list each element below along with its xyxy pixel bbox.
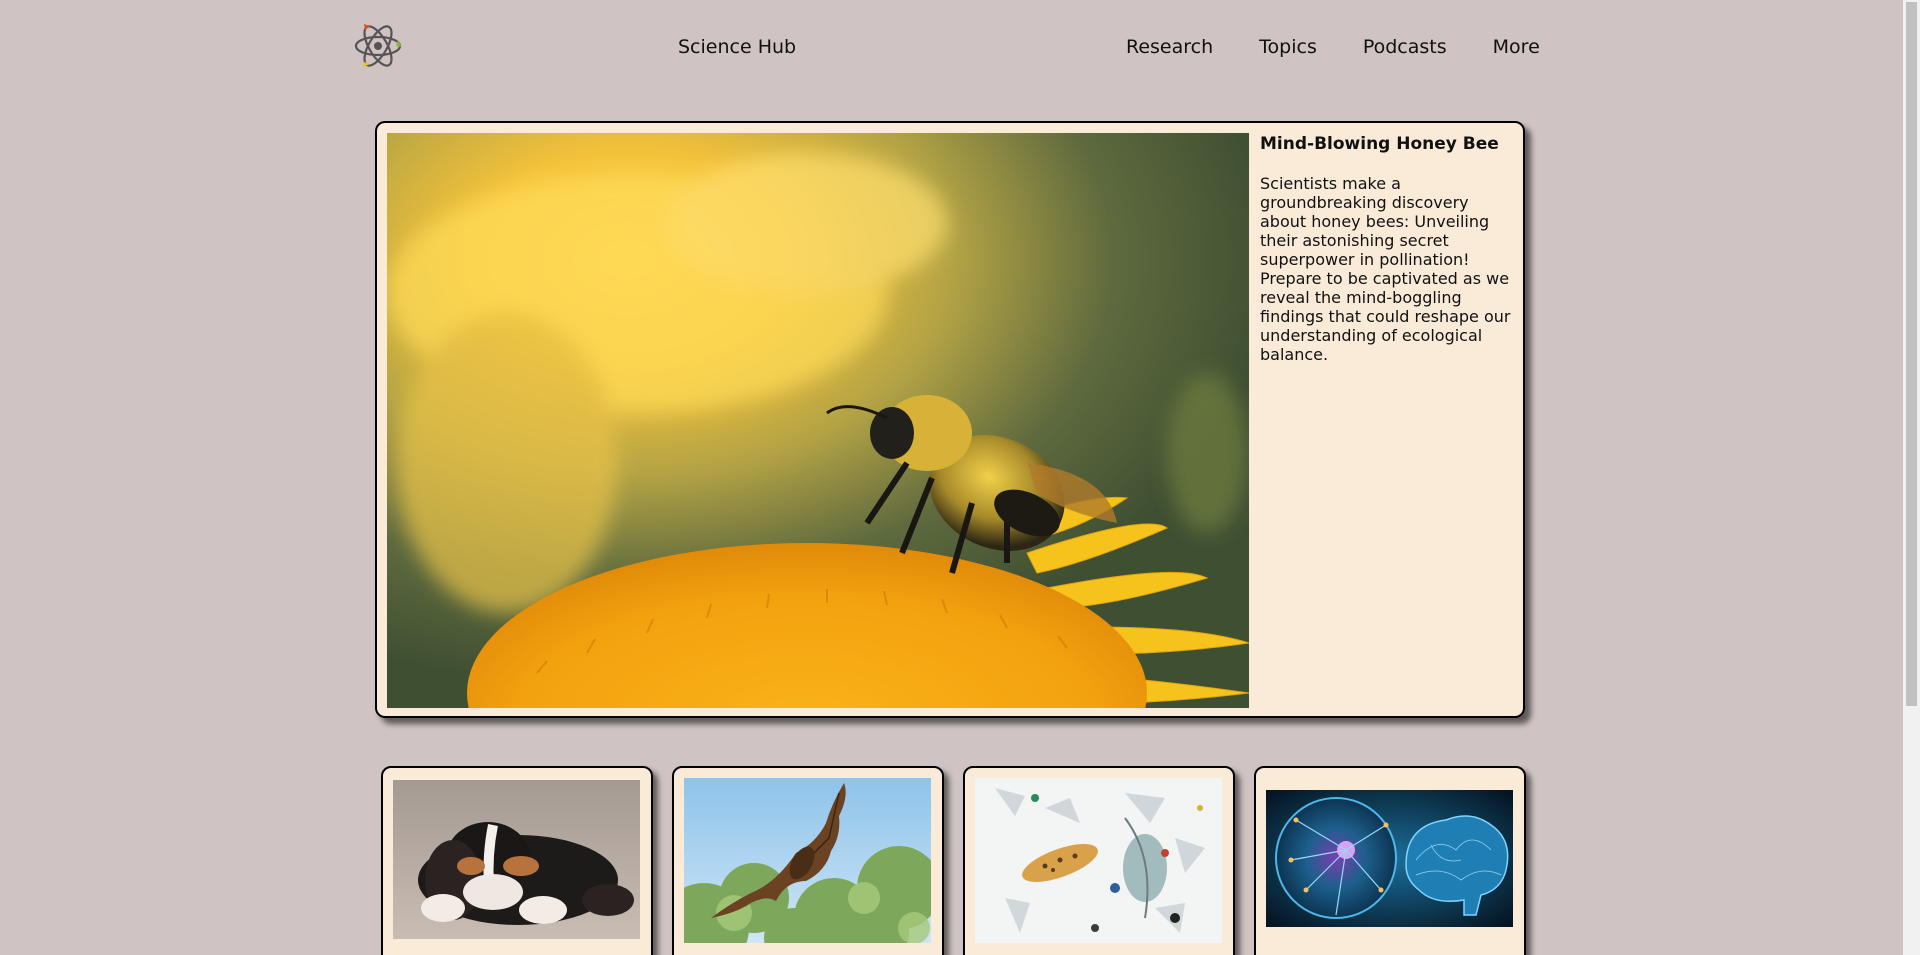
microplastics-image: [975, 778, 1222, 943]
article-card-microplastics[interactable]: [963, 766, 1235, 955]
featured-title[interactable]: Mind-Blowing Honey Bee: [1260, 134, 1516, 154]
bee-on-flower-image: [387, 133, 1249, 708]
article-card-neuron[interactable]: [1254, 766, 1526, 955]
main-nav: Research Topics Podcasts More: [1126, 36, 1540, 58]
featured-article-card[interactable]: Mind-Blowing Honey Bee Scientists make a…: [375, 121, 1525, 718]
article-card-bat[interactable]: [672, 766, 944, 955]
flying-bat-image: [684, 778, 931, 943]
page: Science Hub Research Topics Podcasts Mor…: [0, 0, 1920, 955]
article-card-puppy[interactable]: [381, 766, 653, 955]
nav-topics[interactable]: Topics: [1259, 36, 1317, 58]
nav-podcasts[interactable]: Podcasts: [1363, 36, 1447, 58]
featured-body: Scientists make a groundbreaking discove…: [1260, 174, 1511, 364]
nav-research[interactable]: Research: [1126, 36, 1213, 58]
scrollbar-thumb[interactable]: [1906, 2, 1917, 706]
puppy-image: [393, 780, 640, 939]
vertical-scrollbar[interactable]: [1903, 0, 1920, 955]
site-title-link[interactable]: Science Hub: [678, 36, 796, 58]
nav-more[interactable]: More: [1493, 36, 1540, 58]
atom-logo-icon[interactable]: [352, 20, 408, 72]
featured-text: Mind-Blowing Honey Bee Scientists make a…: [1260, 134, 1516, 364]
neuron-brain-image: [1266, 790, 1513, 927]
